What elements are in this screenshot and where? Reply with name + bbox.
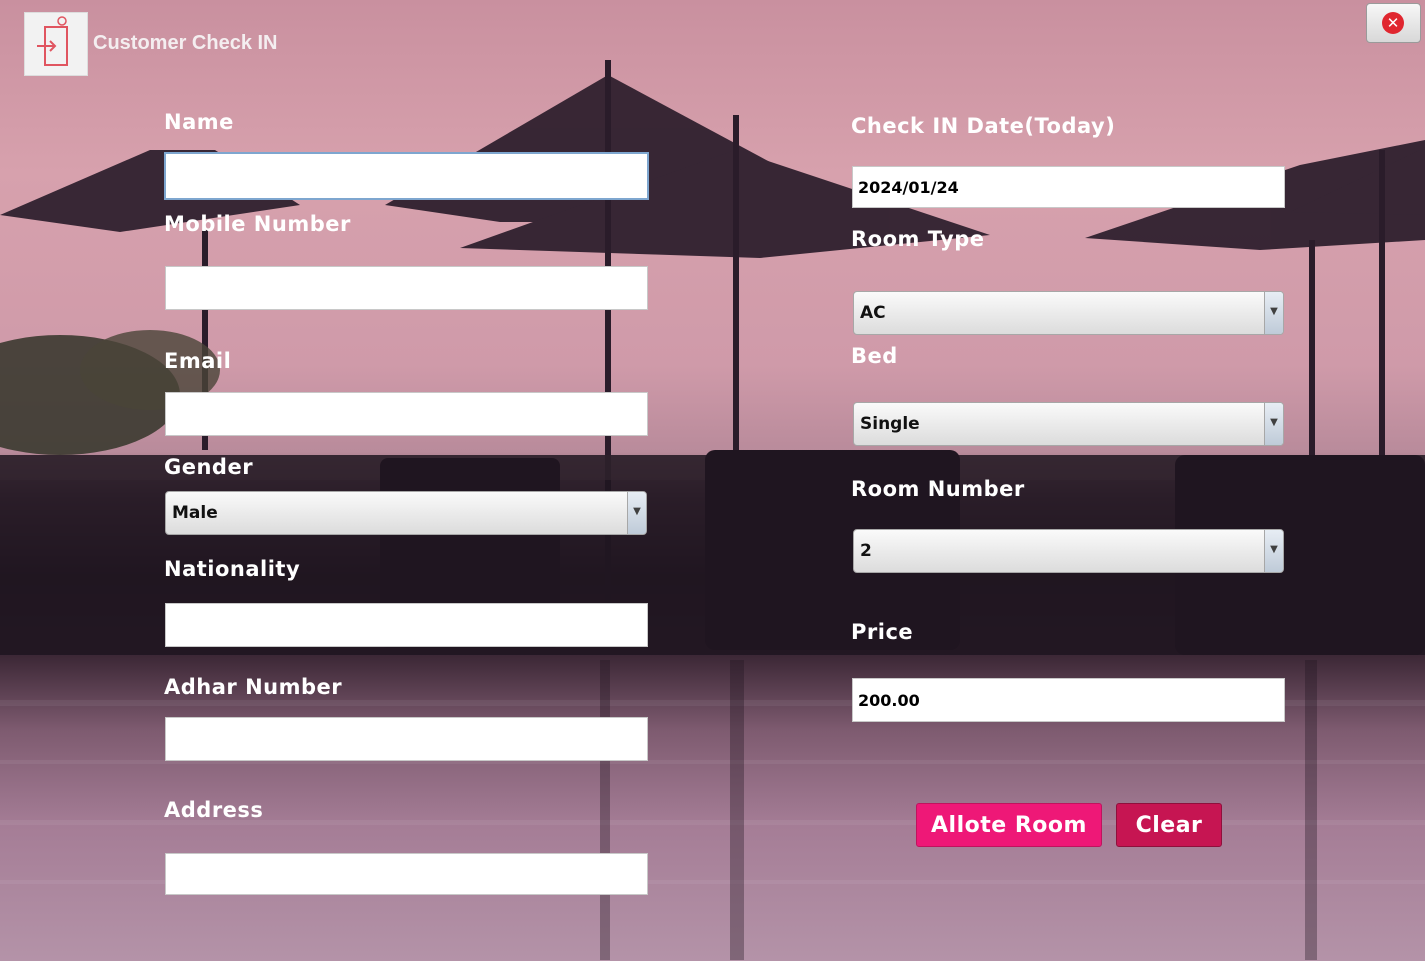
- gender-selected-value: Male: [172, 503, 218, 523]
- room-type-selected-value: AC: [860, 303, 886, 323]
- window-title: Customer Check IN: [93, 32, 278, 54]
- gender-select[interactable]: Male ▼: [165, 491, 647, 535]
- mobile-number-label: Mobile Number: [164, 212, 351, 236]
- nationality-input[interactable]: [165, 603, 648, 647]
- nationality-label: Nationality: [164, 557, 301, 581]
- room-number-select[interactable]: 2 ▼: [853, 529, 1284, 573]
- adhar-number-label: Adhar Number: [164, 675, 343, 699]
- clear-button[interactable]: Clear: [1116, 803, 1222, 847]
- chevron-down-icon: ▼: [1264, 292, 1283, 334]
- address-label: Address: [164, 798, 264, 822]
- room-number-label: Room Number: [851, 477, 1025, 501]
- gender-label: Gender: [164, 455, 254, 479]
- email-input[interactable]: [165, 392, 648, 436]
- bed-label: Bed: [851, 344, 898, 368]
- name-input[interactable]: [164, 152, 649, 200]
- adhar-number-input[interactable]: [165, 717, 648, 761]
- check-in-door-icon: [24, 12, 88, 76]
- chevron-down-icon: ▼: [1264, 403, 1283, 445]
- checkin-date-input[interactable]: [852, 166, 1285, 208]
- close-icon: ✕: [1382, 12, 1404, 34]
- price-label: Price: [851, 620, 914, 644]
- mobile-number-input[interactable]: [165, 266, 648, 310]
- close-button[interactable]: ✕: [1366, 3, 1421, 43]
- checkin-date-label: Check IN Date(Today): [851, 114, 1116, 138]
- address-input[interactable]: [165, 853, 648, 895]
- room-type-label: Room Type: [851, 227, 985, 251]
- allot-room-button[interactable]: Allote Room: [916, 803, 1102, 847]
- chevron-down-icon: ▼: [1264, 530, 1283, 572]
- room-number-selected-value: 2: [860, 541, 872, 561]
- email-label: Email: [164, 349, 232, 373]
- price-input[interactable]: [852, 678, 1285, 722]
- bed-select[interactable]: Single ▼: [853, 402, 1284, 446]
- bed-selected-value: Single: [860, 414, 920, 434]
- room-type-select[interactable]: AC ▼: [853, 291, 1284, 335]
- name-label: Name: [164, 110, 234, 134]
- chevron-down-icon: ▼: [627, 492, 646, 534]
